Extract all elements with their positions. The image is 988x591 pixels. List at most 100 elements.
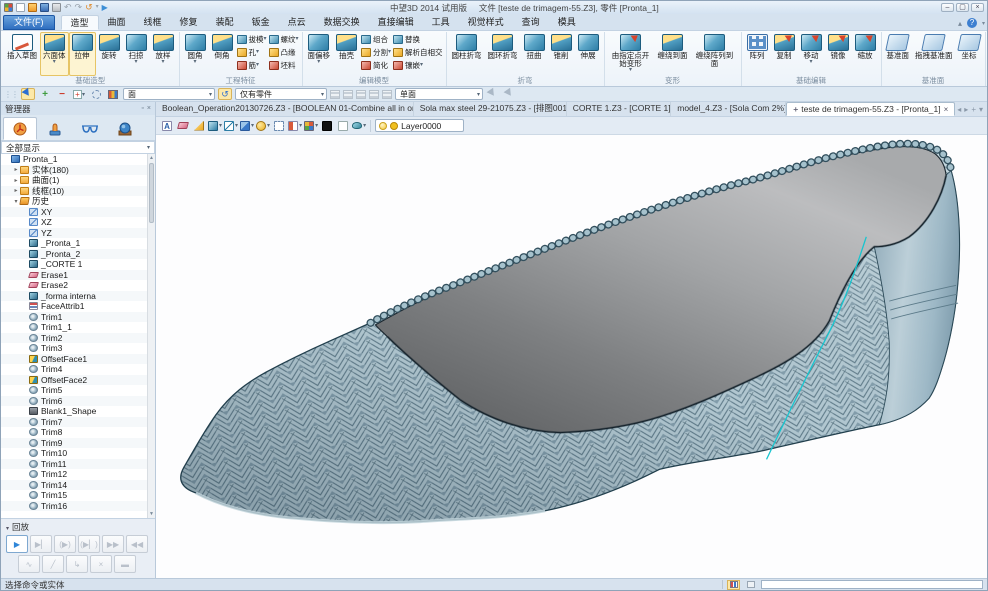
play-to-button[interactable]: (▶▏) bbox=[78, 535, 100, 553]
appearance-icon[interactable]: ▾ bbox=[304, 119, 318, 133]
dropdown-arrow-icon[interactable]: ▾ bbox=[388, 50, 391, 55]
ribbon-button-inlay[interactable]: 镶嵌 ▾ bbox=[393, 59, 443, 72]
tab-assembly-manager[interactable] bbox=[38, 117, 72, 140]
scroll-down-icon[interactable]: ▼ bbox=[148, 510, 155, 518]
tree-item-_Pronta_1[interactable]: _Pronta_1 bbox=[1, 238, 147, 249]
tree-item-Blank1_Shape[interactable]: Blank1_Shape bbox=[1, 406, 147, 417]
viewport-canvas[interactable] bbox=[156, 135, 987, 578]
play-from-button[interactable]: (▶) bbox=[54, 535, 76, 553]
dropdown-arrow-icon[interactable]: ▾ bbox=[317, 60, 320, 65]
tree-item-Trim6[interactable]: Trim6 bbox=[1, 396, 147, 407]
document-tab-3[interactable]: CORTE 1.Z3 - [CORTE 1] bbox=[567, 102, 672, 116]
tree-item-1[interactable]: ▸曲面(1) bbox=[1, 175, 147, 186]
dropdown-arrow-icon[interactable]: ▾ bbox=[420, 63, 423, 68]
view-orientation-icon[interactable]: ▾ bbox=[240, 119, 254, 133]
layer-visibility-icon[interactable] bbox=[379, 122, 387, 130]
render-mode-icon[interactable]: ▾ bbox=[256, 119, 270, 133]
ribbon-tab-7[interactable]: 点云 bbox=[279, 15, 315, 30]
new-file-icon[interactable] bbox=[16, 3, 25, 12]
tree-expand-icon[interactable]: ▸ bbox=[12, 187, 20, 194]
tree-item-_Pronta_2[interactable]: _Pronta_2 bbox=[1, 249, 147, 260]
fold-arrow-icon[interactable] bbox=[192, 119, 206, 133]
tree-item-_formainterna[interactable]: _forma interna bbox=[1, 291, 147, 302]
dropdown-arrow-icon[interactable]: ▾ bbox=[256, 63, 259, 68]
tree-scrollbar[interactable]: ▲ ▼ bbox=[147, 154, 155, 518]
ribbon-button-simplify[interactable]: 简化 bbox=[361, 59, 391, 72]
tree-item-Trim10[interactable]: Trim10 bbox=[1, 448, 147, 459]
ribbon-button-draft[interactable]: 拔模 ▾ bbox=[237, 33, 267, 46]
ribbon-button-csys[interactable]: 坐标 bbox=[956, 32, 983, 76]
qa-dropdown-icon[interactable]: ▾ bbox=[96, 3, 99, 12]
tree-item-Trim1_1[interactable]: Trim1_1 bbox=[1, 322, 147, 333]
app-logo-icon[interactable] bbox=[4, 3, 13, 12]
tree-item-Trim1[interactable]: Trim1 bbox=[1, 312, 147, 323]
tree-item-_CORTE1[interactable]: _CORTE 1 bbox=[1, 259, 147, 270]
background-white-icon[interactable] bbox=[336, 119, 350, 133]
tab-visual-manager[interactable] bbox=[73, 117, 107, 140]
refresh-icon[interactable]: ↺ bbox=[85, 3, 93, 12]
ribbon-button-replace[interactable]: 替换 bbox=[393, 33, 443, 46]
ribbon-tab-4[interactable]: 修复 bbox=[171, 15, 207, 30]
ribbon-button-thread[interactable]: 螺纹 ▾ bbox=[269, 33, 299, 46]
sketch-tool-button[interactable]: ╱ bbox=[42, 555, 64, 573]
ribbon-tab-13[interactable]: 模具 bbox=[549, 15, 585, 30]
tree-filter-combo[interactable]: 全部显示▾ bbox=[1, 141, 155, 154]
document-tab-5[interactable]: +teste de trimagem-55.Z3 - [Pronta_1]× bbox=[786, 102, 955, 116]
tree-item-Pronta_1[interactable]: Pronta_1 bbox=[1, 154, 147, 165]
ribbon-button-stock[interactable]: 坯料 bbox=[269, 59, 299, 72]
tab-history-manager[interactable] bbox=[3, 117, 37, 140]
play-button[interactable]: ▶ bbox=[6, 535, 28, 553]
tree-item-Erase2[interactable]: Erase2 bbox=[1, 280, 147, 291]
ribbon-button-revolve[interactable]: 旋转 bbox=[96, 32, 123, 76]
ribbon-button-resolve[interactable]: 解析自相交 bbox=[393, 46, 443, 59]
tree-item-OffsetFace1[interactable]: OffsetFace1 bbox=[1, 354, 147, 365]
add-selection-icon[interactable]: + bbox=[38, 88, 52, 100]
ribbon-tab-11[interactable]: 视觉样式 bbox=[459, 15, 513, 30]
ribbon-button-taper[interactable]: 锥削 bbox=[548, 32, 575, 76]
tree-item-Trim5[interactable]: Trim5 bbox=[1, 385, 147, 396]
save-file-icon[interactable] bbox=[40, 3, 49, 12]
ribbon-button-stretch[interactable]: 伸展 bbox=[575, 32, 602, 76]
ribbon-button-wrapface[interactable]: 缠绕到面 bbox=[655, 32, 691, 76]
zoom-fit-icon[interactable] bbox=[272, 119, 286, 133]
ribbon-button-deform[interactable]: 由指定点开始变形▾ bbox=[607, 32, 655, 76]
ribbon-tab-3[interactable]: 线框 bbox=[135, 15, 171, 30]
dropdown-arrow-icon[interactable]: ▾ bbox=[629, 68, 632, 73]
ribbon-tab-8[interactable]: 数据交换 bbox=[315, 15, 369, 30]
collapse-ribbon-icon[interactable]: ▴ bbox=[958, 19, 962, 28]
ribbon-button-dragdatum[interactable]: 拖拽基准面 bbox=[912, 32, 956, 76]
help-dropdown-icon[interactable]: ▾ bbox=[982, 20, 985, 27]
fast-forward-button[interactable]: ▶▶ bbox=[102, 535, 124, 553]
close-button[interactable]: × bbox=[971, 3, 984, 12]
dropdown-arrow-icon[interactable]: ▾ bbox=[193, 60, 196, 65]
remove-selection-icon[interactable]: − bbox=[55, 88, 69, 100]
ribbon-button-datum[interactable]: 基准面 bbox=[884, 32, 913, 76]
manager-close-icon[interactable]: × bbox=[147, 105, 151, 112]
ribbon-tab-12[interactable]: 查询 bbox=[513, 15, 549, 30]
tree-item-10[interactable]: ▸线框(10) bbox=[1, 186, 147, 197]
box-select-icon[interactable]: +▾ bbox=[72, 88, 86, 100]
ribbon-button-box[interactable]: 六面体▾ bbox=[40, 32, 69, 76]
print-icon[interactable] bbox=[52, 3, 61, 12]
background-black-icon[interactable] bbox=[320, 119, 334, 133]
tree-item-OffsetFace2[interactable]: OffsetFace2 bbox=[1, 375, 147, 386]
scope-filter-combo[interactable]: 仅有零件▾ bbox=[235, 88, 327, 100]
dropdown-arrow-icon[interactable]: ▾ bbox=[134, 60, 137, 65]
section-view-icon[interactable]: ▾ bbox=[288, 119, 302, 133]
tab-control-icon-4[interactable]: ▾ bbox=[979, 105, 983, 114]
ghost-cursor-icon-2[interactable] bbox=[503, 88, 517, 100]
ribbon-button-fillet[interactable]: 圆角▾ bbox=[182, 32, 209, 76]
pick-cursor-icon[interactable] bbox=[21, 88, 35, 100]
tab-control-icon-2[interactable]: ▸ bbox=[964, 105, 968, 114]
align-icon-2[interactable] bbox=[343, 90, 353, 99]
manager-pin-icon[interactable]: ▫ bbox=[141, 105, 143, 112]
tab-control-icon-1[interactable]: ◂ bbox=[957, 105, 961, 114]
tree-item-XY[interactable]: XY bbox=[1, 207, 147, 218]
tree-item-Trim4[interactable]: Trim4 bbox=[1, 364, 147, 375]
tab-control-icon-3[interactable]: + bbox=[971, 105, 976, 114]
tree-item-FaceAttrib1[interactable]: FaceAttrib1 bbox=[1, 301, 147, 312]
align-icon-5[interactable] bbox=[382, 90, 392, 99]
ribbon-tab-1[interactable]: 造型 bbox=[61, 15, 99, 30]
tree-item-Trim8[interactable]: Trim8 bbox=[1, 427, 147, 438]
ribbon-tab-5[interactable]: 装配 bbox=[207, 15, 243, 30]
